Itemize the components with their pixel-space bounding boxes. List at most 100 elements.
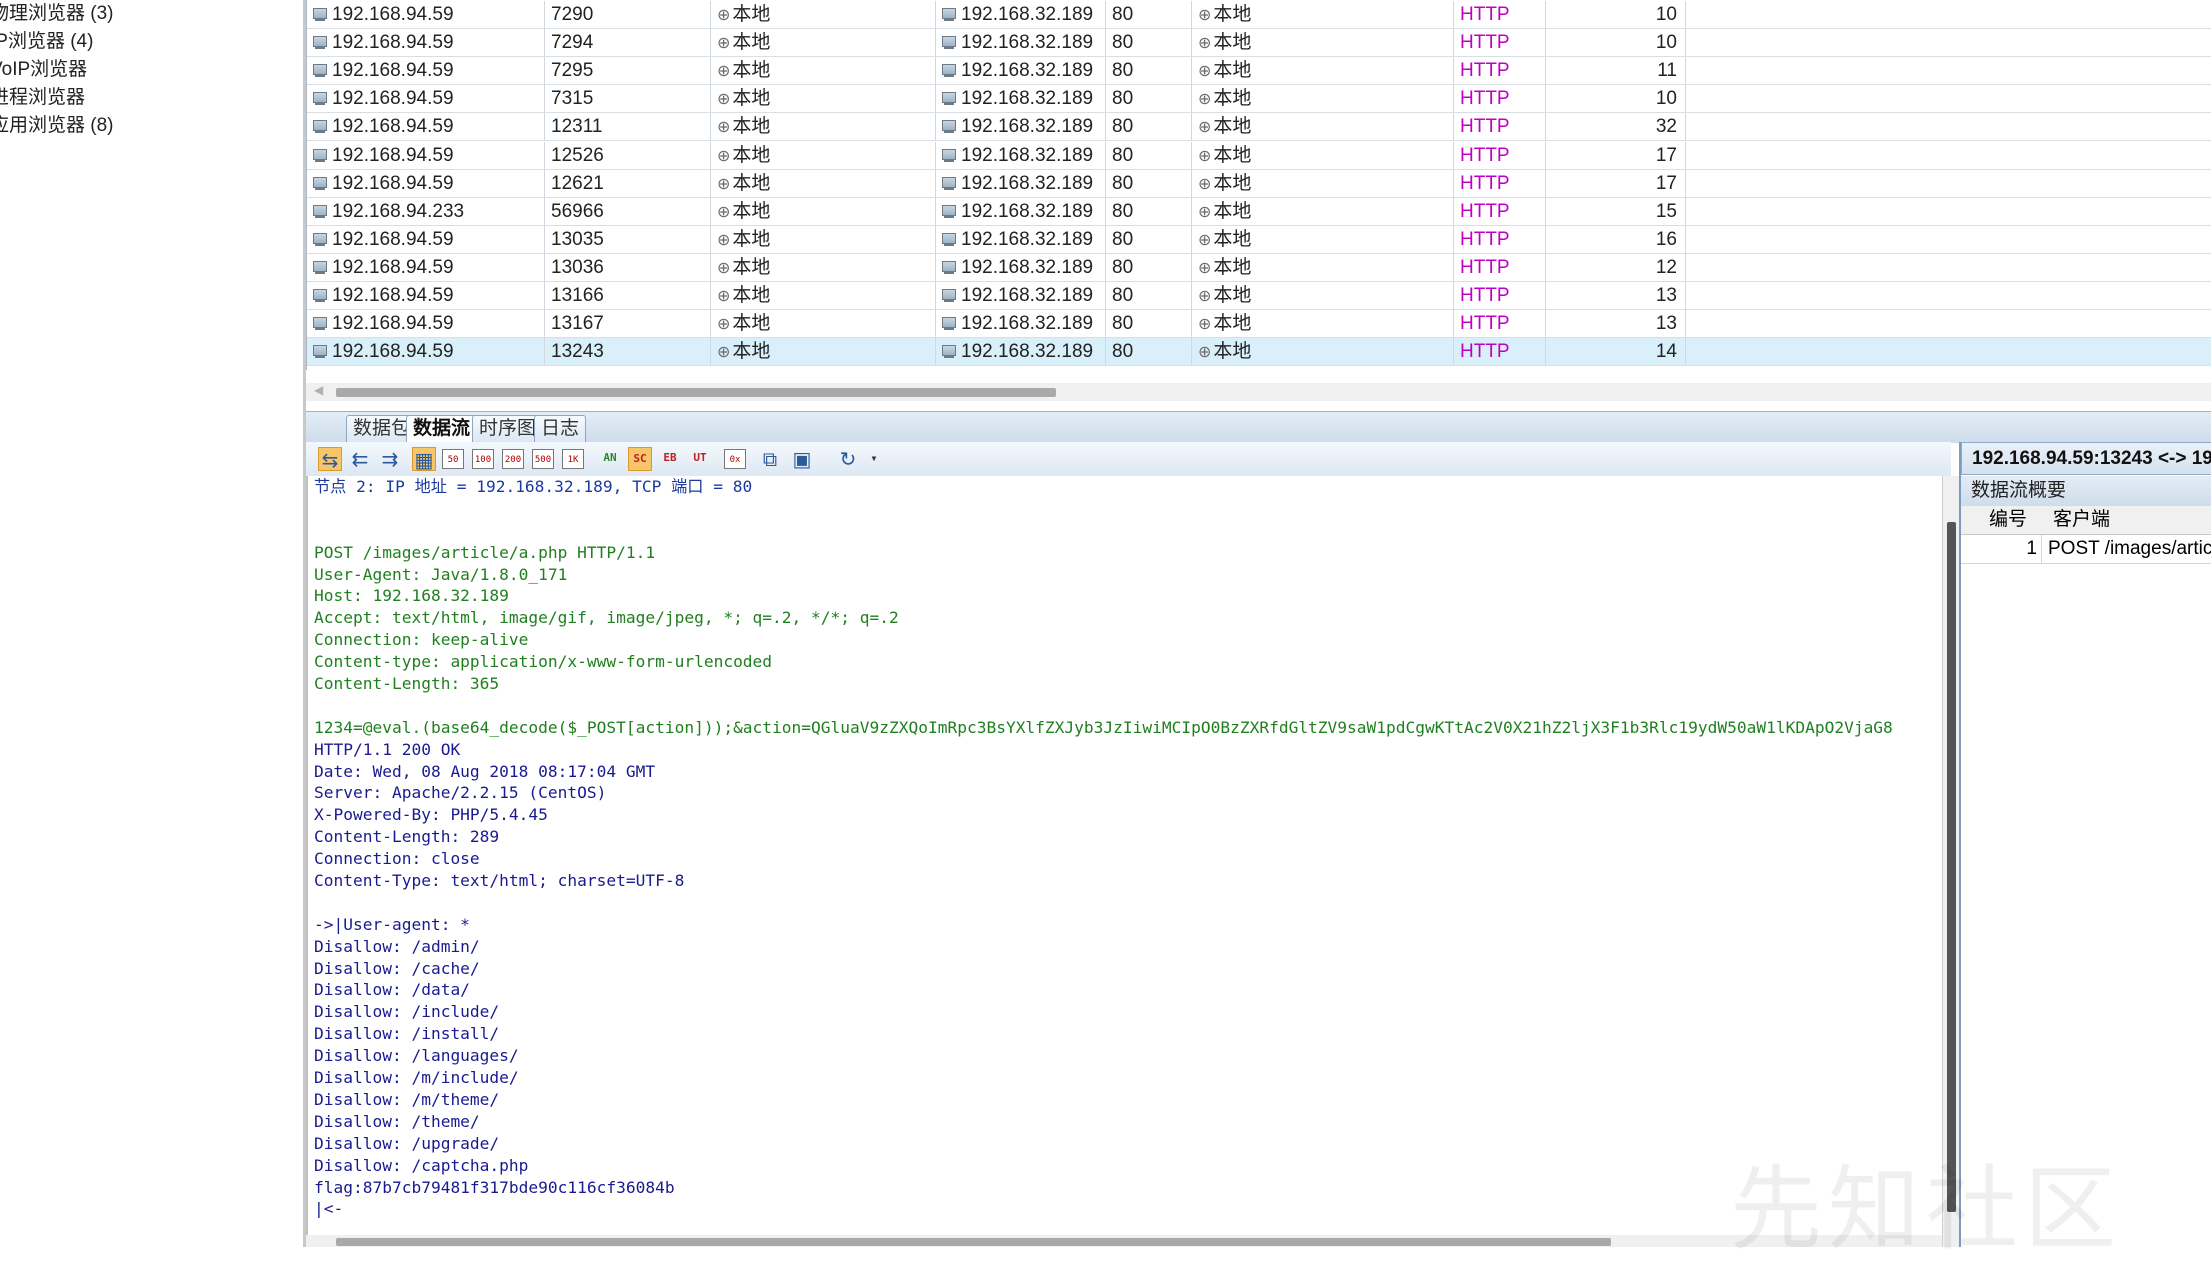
- cell--empty: [1686, 254, 2211, 281]
- cell--empty: [1686, 57, 2211, 84]
- cell-client-ip: 192.168.94.59: [307, 57, 545, 85]
- t500-icon[interactable]: 500: [532, 449, 554, 469]
- host-icon: [942, 36, 956, 50]
- table-row[interactable]: 192.168.94.59 7295 ⊕ 本地 192.168.32.189 80 ⊕ 本地 H…: [307, 57, 2211, 86]
- swap-left-icon[interactable]: ⇇: [348, 447, 372, 471]
- cell-text: 80: [1112, 341, 1134, 363]
- cell-text: 192.168.94.59: [332, 285, 454, 306]
- cell-protocol: HTTP: [1454, 197, 1546, 225]
- cell-text: 本地: [732, 285, 771, 306]
- cell-server-ip: 192.168.32.189: [936, 253, 1106, 281]
- cell-text: 本地: [732, 256, 771, 278]
- cell-server-ip: 192.168.32.189: [936, 85, 1106, 113]
- tree-item[interactable]: 物理浏览器 (3): [0, 0, 114, 28]
- format-icon[interactable]: ▦: [412, 447, 436, 472]
- cell-server-loc: ⊕ 本地: [1192, 1, 1454, 28]
- table-row[interactable]: 192.168.94.59 7315 ⊕ 本地 192.168.32.189 80 ⊕ 本地 H…: [307, 85, 2211, 114]
- host-icon: [313, 176, 327, 190]
- cell-server-port: 80: [1106, 85, 1192, 113]
- host-icon: [313, 120, 327, 134]
- stream-line-req: POST /images/article/a.php HTTP/1.1: [314, 542, 656, 562]
- table-row[interactable]: 192.168.94.59 13243 ⊕ 本地 192.168.32.189 80 ⊕ 本地…: [307, 338, 2211, 367]
- cell-text: 192.168.32.189: [961, 200, 1094, 222]
- tab-1[interactable]: 数据流: [406, 415, 478, 442]
- stream-line-resp: Disallow: /admin/: [314, 936, 480, 956]
- tab-3[interactable]: 日志: [534, 415, 587, 442]
- ascii-icon[interactable]: SC: [628, 447, 652, 471]
- cell-server-port: 80: [1106, 57, 1192, 85]
- scroll-left-icon[interactable]: ◀: [314, 383, 323, 397]
- stream-vertical-scrollbar[interactable]: [1942, 476, 1960, 1247]
- summary-header: 编号 客户端: [1961, 506, 2211, 535]
- host-icon: [942, 260, 956, 274]
- column-header-client[interactable]: 客户端: [2053, 506, 2110, 534]
- utf8-icon[interactable]: UT: [688, 447, 712, 471]
- image-icon[interactable]: ▣: [790, 447, 814, 471]
- hex-icon[interactable]: 0x: [724, 449, 746, 469]
- stream-text-panel[interactable]: 节点 2: IP 地址 = 192.168.32.189, TCP 端口 = 8…: [306, 476, 1951, 1247]
- cell-client-ip: 192.168.94.59: [307, 85, 545, 113]
- export-icon[interactable]: ⧉: [758, 447, 782, 471]
- stream-text: 节点 2: IP 地址 = 192.168.32.189, TCP 端口 = 8…: [314, 476, 1893, 1220]
- table-row[interactable]: 192.168.94.59 13035 ⊕ 本地 192.168.32.189 80 ⊕ 本地…: [307, 225, 2211, 254]
- tab-2[interactable]: 时序图: [472, 415, 544, 442]
- cell-text: 7294: [551, 32, 594, 54]
- stream-line-resp: ->|User-agent: *: [314, 914, 470, 934]
- table-row[interactable]: 192.168.94.59 12311 ⊕ 本地 192.168.32.189 80 ⊕ 本地…: [307, 113, 2211, 142]
- scrollbar-thumb[interactable]: [336, 388, 1056, 397]
- scrollbar-thumb[interactable]: [336, 1238, 1611, 1246]
- table-row[interactable]: 192.168.94.59 13036 ⊕ 本地 192.168.32.189 80 ⊕ 本地…: [307, 253, 2211, 282]
- stream-line-node: 节点 2: IP 地址 = 192.168.32.189, TCP 端口 = 8…: [314, 477, 753, 496]
- cell-count: 13: [1546, 310, 1686, 338]
- cell-count: 17: [1546, 141, 1686, 169]
- cell-text: 10: [1655, 32, 1677, 54]
- cell-text: 192.168.94.233: [332, 200, 465, 222]
- cell-server-loc: ⊕ 本地: [1192, 282, 1454, 309]
- cell-text: 80: [1112, 116, 1134, 138]
- table-row[interactable]: 192.168.94.59 12621 ⊕ 本地 192.168.32.189 80 ⊕ 本地…: [307, 169, 2211, 198]
- ansi-icon[interactable]: AN: [598, 447, 622, 471]
- stream-line-req: User-Agent: Java/1.8.0_171: [314, 564, 568, 584]
- cell--empty: [1686, 29, 2211, 56]
- swap-both-icon[interactable]: ⇆: [318, 447, 342, 472]
- stream-line-resp: Disallow: /captcha.php: [314, 1155, 529, 1175]
- cell-text: 192.168.32.189: [961, 4, 1094, 25]
- t200-icon[interactable]: 200: [502, 449, 524, 469]
- cell-text: 192.168.94.59: [332, 172, 454, 194]
- table-row[interactable]: 192.168.94.59 13167 ⊕ 本地 192.168.32.189 80 ⊕ 本地…: [307, 310, 2211, 339]
- column-header-num[interactable]: 编号: [1989, 506, 2027, 534]
- cell-text: 80: [1112, 32, 1134, 54]
- stream-horizontal-scrollbar[interactable]: [306, 1235, 1942, 1247]
- host-icon: [313, 204, 327, 218]
- t100-icon[interactable]: 100: [472, 449, 494, 469]
- cell-server-port: 80: [1106, 282, 1192, 309]
- ebcdic-icon[interactable]: EB: [658, 447, 682, 471]
- cell-text: 13166: [551, 285, 604, 306]
- cell-text: 15: [1655, 200, 1677, 222]
- tree-item[interactable]: 进程浏览器: [0, 84, 85, 112]
- cell-client-loc: ⊕ 本地: [711, 1, 936, 28]
- host-icon: [942, 345, 956, 359]
- table-row[interactable]: 192.168.94.59 12526 ⊕ 本地 192.168.32.189 80 ⊕ 本地…: [307, 141, 2211, 170]
- cell-text: 本地: [732, 341, 771, 363]
- t1k-icon[interactable]: 1K: [562, 449, 584, 469]
- cell-client-ip: 192.168.94.59: [307, 169, 545, 197]
- table-row[interactable]: 192.168.94.59 13166 ⊕ 本地 192.168.32.189 80 ⊕ 本地…: [307, 282, 2211, 310]
- summary-row[interactable]: 1 POST /images/article/a.php HTTP/1.1: [1961, 535, 2211, 564]
- tree-item[interactable]: IP浏览器 (4): [0, 28, 93, 56]
- globe-icon: ⊕: [1198, 288, 1212, 305]
- table-row[interactable]: 192.168.94.59 7294 ⊕ 本地 192.168.32.189 80 ⊕ 本地 H…: [307, 29, 2211, 58]
- cell-text: 本地: [732, 88, 771, 110]
- swap-right-icon[interactable]: ⇉: [378, 447, 402, 471]
- table-horizontal-scrollbar[interactable]: ◀: [306, 383, 2211, 401]
- scrollbar-thumb[interactable]: [1947, 522, 1956, 1212]
- table-row[interactable]: 192.168.94.233 56966 ⊕ 本地 192.168.32.189 80 ⊕ 本…: [307, 197, 2211, 226]
- refresh-icon[interactable]: ↻: [836, 447, 860, 471]
- tree-item[interactable]: 应用浏览器 (8): [0, 112, 114, 140]
- dropdown-arrow-icon[interactable]: ▾: [862, 447, 886, 471]
- cell-server-loc: ⊕ 本地: [1192, 141, 1454, 169]
- table-row[interactable]: 192.168.94.59 7290 ⊕ 本地 192.168.32.189 80 ⊕ 本地 H…: [307, 1, 2211, 29]
- tree-item[interactable]: VoIP浏览器: [0, 56, 87, 84]
- t50-icon[interactable]: 50: [442, 449, 464, 469]
- cell-text: 本地: [732, 200, 771, 222]
